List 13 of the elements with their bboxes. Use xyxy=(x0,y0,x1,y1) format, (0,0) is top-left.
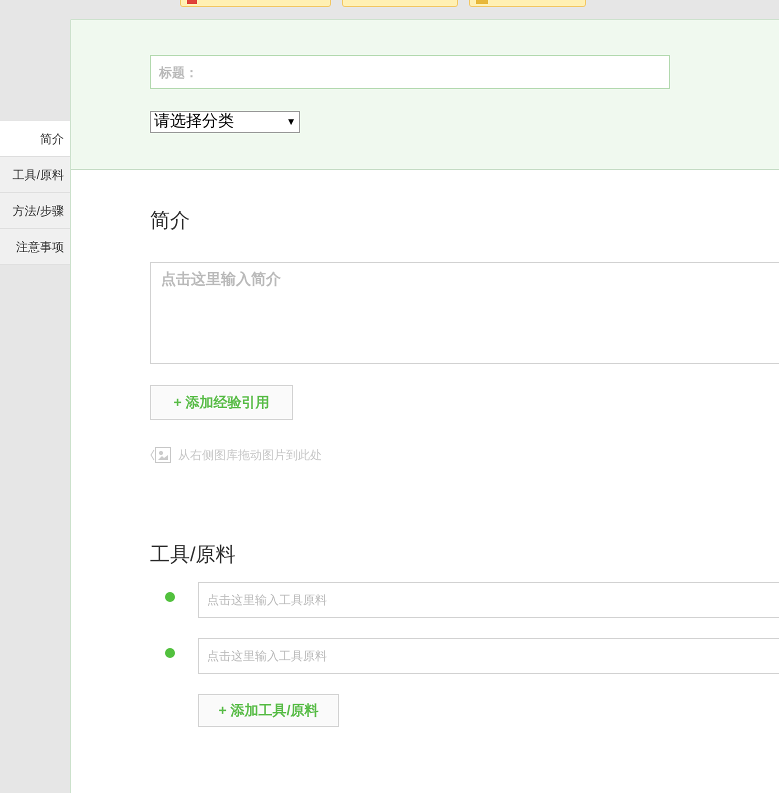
toolbar-button[interactable] xyxy=(180,0,331,7)
sidebar-item[interactable]: 简介 xyxy=(0,121,70,157)
tool-input-field[interactable]: 点击这里输入工具原料 xyxy=(198,638,779,674)
image-icon xyxy=(150,446,172,464)
section-heading: 简介 xyxy=(150,209,190,234)
category-select[interactable]: 请选择分类 ▼ xyxy=(150,111,300,133)
sidebar-item[interactable]: 工具/原料 xyxy=(0,157,70,193)
intro-textarea[interactable]: 点击这里输入简介 xyxy=(150,262,779,364)
sidebar-item[interactable]: 方法/步骤 xyxy=(0,193,70,229)
section-heading: 工具/原料 xyxy=(150,543,236,568)
toolbar-button[interactable] xyxy=(469,0,586,7)
sidebar-item[interactable]: 注意事项 xyxy=(0,229,70,265)
tool-input-field[interactable]: 点击这里输入工具原料 xyxy=(198,582,779,618)
